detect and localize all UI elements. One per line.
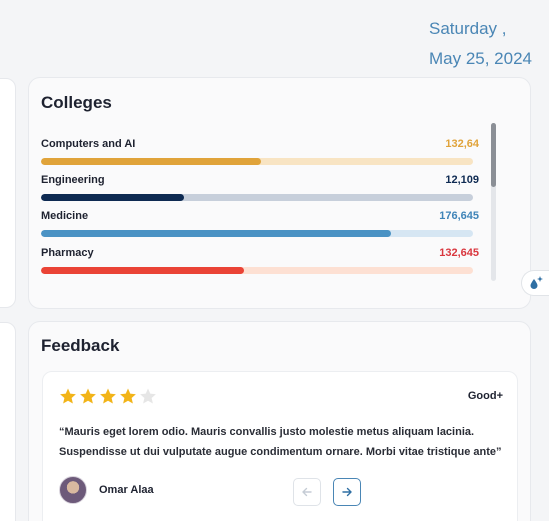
rating-stars xyxy=(59,387,157,405)
left-partial-card-top xyxy=(0,78,16,308)
arrow-right-icon xyxy=(342,487,352,497)
college-progress-fill xyxy=(41,194,184,201)
testimonial-author: Omar Alaa xyxy=(59,476,154,504)
college-progress-track xyxy=(41,194,473,201)
arrow-left-icon xyxy=(302,487,312,497)
left-partial-card-bottom xyxy=(0,322,16,521)
floating-action-button[interactable] xyxy=(521,270,549,296)
colleges-scrollbar[interactable] xyxy=(491,123,496,281)
college-name: Engineering xyxy=(41,174,105,186)
college-value: 12,109 xyxy=(445,174,479,186)
date-weekday: Saturday , xyxy=(428,19,507,38)
prev-testimonial-button[interactable] xyxy=(293,478,321,506)
star-icon xyxy=(140,388,156,404)
next-testimonial-button[interactable] xyxy=(333,478,361,506)
feedback-card: Feedback Good+ “Mauris eget lorem odio. … xyxy=(28,321,531,521)
author-name: Omar Alaa xyxy=(99,484,154,496)
avatar xyxy=(59,476,87,504)
college-progress-track xyxy=(41,230,473,237)
college-value: 176,645 xyxy=(439,210,479,222)
star-icon xyxy=(100,388,116,404)
college-name: Computers and AI xyxy=(41,138,136,150)
current-date: Saturday , May 25, 2024 xyxy=(429,14,532,74)
college-progress-fill xyxy=(41,230,391,237)
scrollbar-thumb[interactable] xyxy=(491,123,496,187)
college-value: 132,645 xyxy=(439,247,479,259)
college-name: Pharmacy xyxy=(41,247,94,259)
star-icon xyxy=(60,388,76,404)
feedback-title: Feedback xyxy=(41,336,120,355)
college-progress-track xyxy=(41,267,473,274)
colleges-card: Colleges Computers and AI 132,64 Enginee… xyxy=(28,77,531,309)
colleges-title: Colleges xyxy=(41,93,112,112)
college-progress-fill xyxy=(41,158,262,165)
college-progress-fill xyxy=(41,267,245,274)
college-name: Medicine xyxy=(41,210,89,222)
star-icon xyxy=(80,388,96,404)
star-icon xyxy=(120,388,136,404)
water-drop-sparkle-icon xyxy=(530,276,543,289)
rating-label: Good+ xyxy=(467,390,503,402)
college-progress-track xyxy=(41,158,473,165)
testimonial-card: Good+ “Mauris eget lorem odio. Mauris co… xyxy=(42,371,518,521)
testimonial-quote: “Mauris eget lorem odio. Mauris convalli… xyxy=(59,426,502,458)
college-value: 132,64 xyxy=(445,138,479,150)
date-full: May 25, 2024 xyxy=(428,49,532,68)
